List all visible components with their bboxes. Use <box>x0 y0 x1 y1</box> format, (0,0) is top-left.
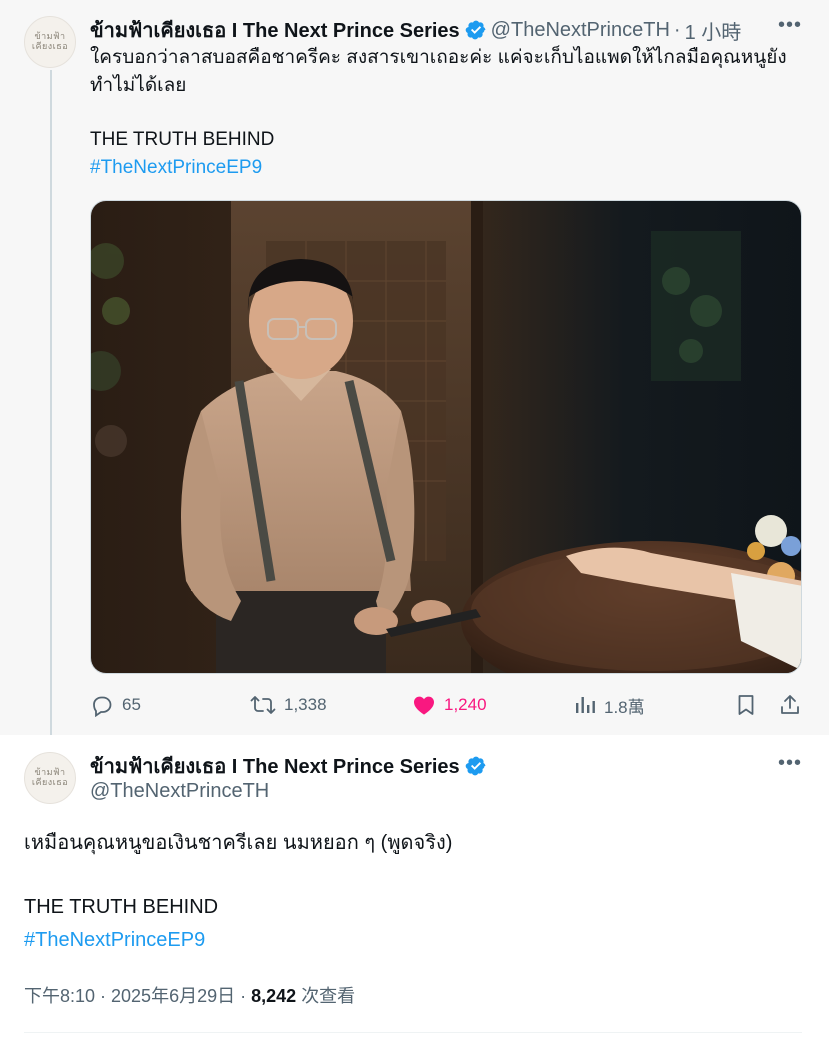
author-handle[interactable]: @TheNextPrinceTH <box>90 780 269 803</box>
view-count: 8,242 <box>251 986 297 1006</box>
tweet-body: ใครบอกว่าลาสบอสคือชาครีคะ สงสารเขาเถอะค่… <box>90 44 787 100</box>
bookmark-button[interactable] <box>735 690 765 720</box>
tweet-body-tagline: THE TRUTH BEHIND #TheNextPrinceEP9 <box>24 891 218 957</box>
reply-count: 65 <box>122 695 141 714</box>
tweet-body-tagline: THE TRUTH BEHIND #TheNextPrinceEP9 <box>90 126 274 182</box>
reply-button[interactable]: 65 <box>90 690 141 720</box>
tweet-text-line: ใครบอกว่าลาสบอสคือชาครีคะ สงสารเขาเถอะค่… <box>90 47 787 68</box>
more-icon[interactable]: ••• <box>778 752 802 775</box>
tweet-body: เหมือนคุณหนูขอเงินชาครีเลย นมหยอก ๆ (พูด… <box>24 827 452 859</box>
verified-badge-icon <box>465 20 486 40</box>
author-name[interactable]: ข้ามฟ้าเคียงเธอ I The Next Prince Series <box>90 750 460 782</box>
thread-connector-line <box>50 70 52 750</box>
tweet-text-line: เหมือนคุณหนูขอเงินชาครีเลย นมหยอก ๆ (พูด… <box>24 832 453 854</box>
hashtag-link[interactable]: #TheNextPrinceEP9 <box>90 154 274 182</box>
more-icon[interactable]: ••• <box>778 14 802 37</box>
tweet-text-line: THE TRUTH BEHIND <box>90 129 275 150</box>
author-handle[interactable]: @TheNextPrinceTH <box>491 19 670 42</box>
tweet-text-line: THE TRUTH BEHIND <box>24 896 219 918</box>
avatar[interactable]: ข้ามฟ้า เคียงเธอ <box>24 16 76 68</box>
avatar-logo: ข้ามฟ้า เคียงเธอ <box>31 32 69 52</box>
like-icon <box>414 696 434 715</box>
post-timestamp[interactable]: 下午8:10 · 2025年6月29日 · <box>24 986 246 1006</box>
bookmark-icon <box>738 695 754 715</box>
views-button[interactable]: 1.8萬 <box>574 690 645 720</box>
hashtag-link[interactable]: #TheNextPrinceEP9 <box>24 924 218 957</box>
views-count: 1.8萬 <box>604 697 645 717</box>
repost-count: 1,338 <box>284 695 327 714</box>
tweet-main[interactable]: ข้ามฟ้า เคียงเธอ ข้ามฟ้าเคียงเธอ I The N… <box>0 0 829 750</box>
tweet-actions-bar: 65 1,338 1,240 1.8萬 <box>90 690 802 720</box>
avatar-logo: ข้ามฟ้า เคียงเธอ <box>31 768 69 788</box>
post-time[interactable]: 1 小時 <box>685 16 742 45</box>
repost-icon <box>250 696 276 714</box>
avatar[interactable]: ข้ามฟ้า เคียงเธอ <box>24 752 76 804</box>
like-count: 1,240 <box>444 695 487 714</box>
tweet-meta: 下午8:10 · 2025年6月29日 · 8,242 次查看 <box>24 982 355 1008</box>
tweet-photo[interactable] <box>90 200 802 674</box>
author-name[interactable]: ข้ามฟ้าเคียงเธอ I The Next Prince Series <box>90 14 460 46</box>
view-count-label: 次查看 <box>301 986 356 1006</box>
verified-badge-icon <box>465 756 486 776</box>
tweet-text-line: ทำไม่ได้เลย <box>90 75 187 96</box>
tweet-header: ข้ามฟ้าเคียงเธอ I The Next Prince Series <box>90 750 491 782</box>
share-button[interactable] <box>778 690 810 720</box>
divider <box>24 1032 802 1033</box>
handle-row: @TheNextPrinceTH <box>90 780 269 803</box>
photo-scene <box>91 201 801 673</box>
repost-button[interactable]: 1,338 <box>250 690 327 720</box>
like-button[interactable]: 1,240 <box>412 690 487 720</box>
separator-dot: · <box>673 18 681 41</box>
reply-icon <box>93 696 112 717</box>
views-icon <box>576 697 595 713</box>
share-icon <box>781 695 799 714</box>
tweet-header: ข้ามฟ้าเคียงเธอ I The Next Prince Series… <box>90 14 741 46</box>
